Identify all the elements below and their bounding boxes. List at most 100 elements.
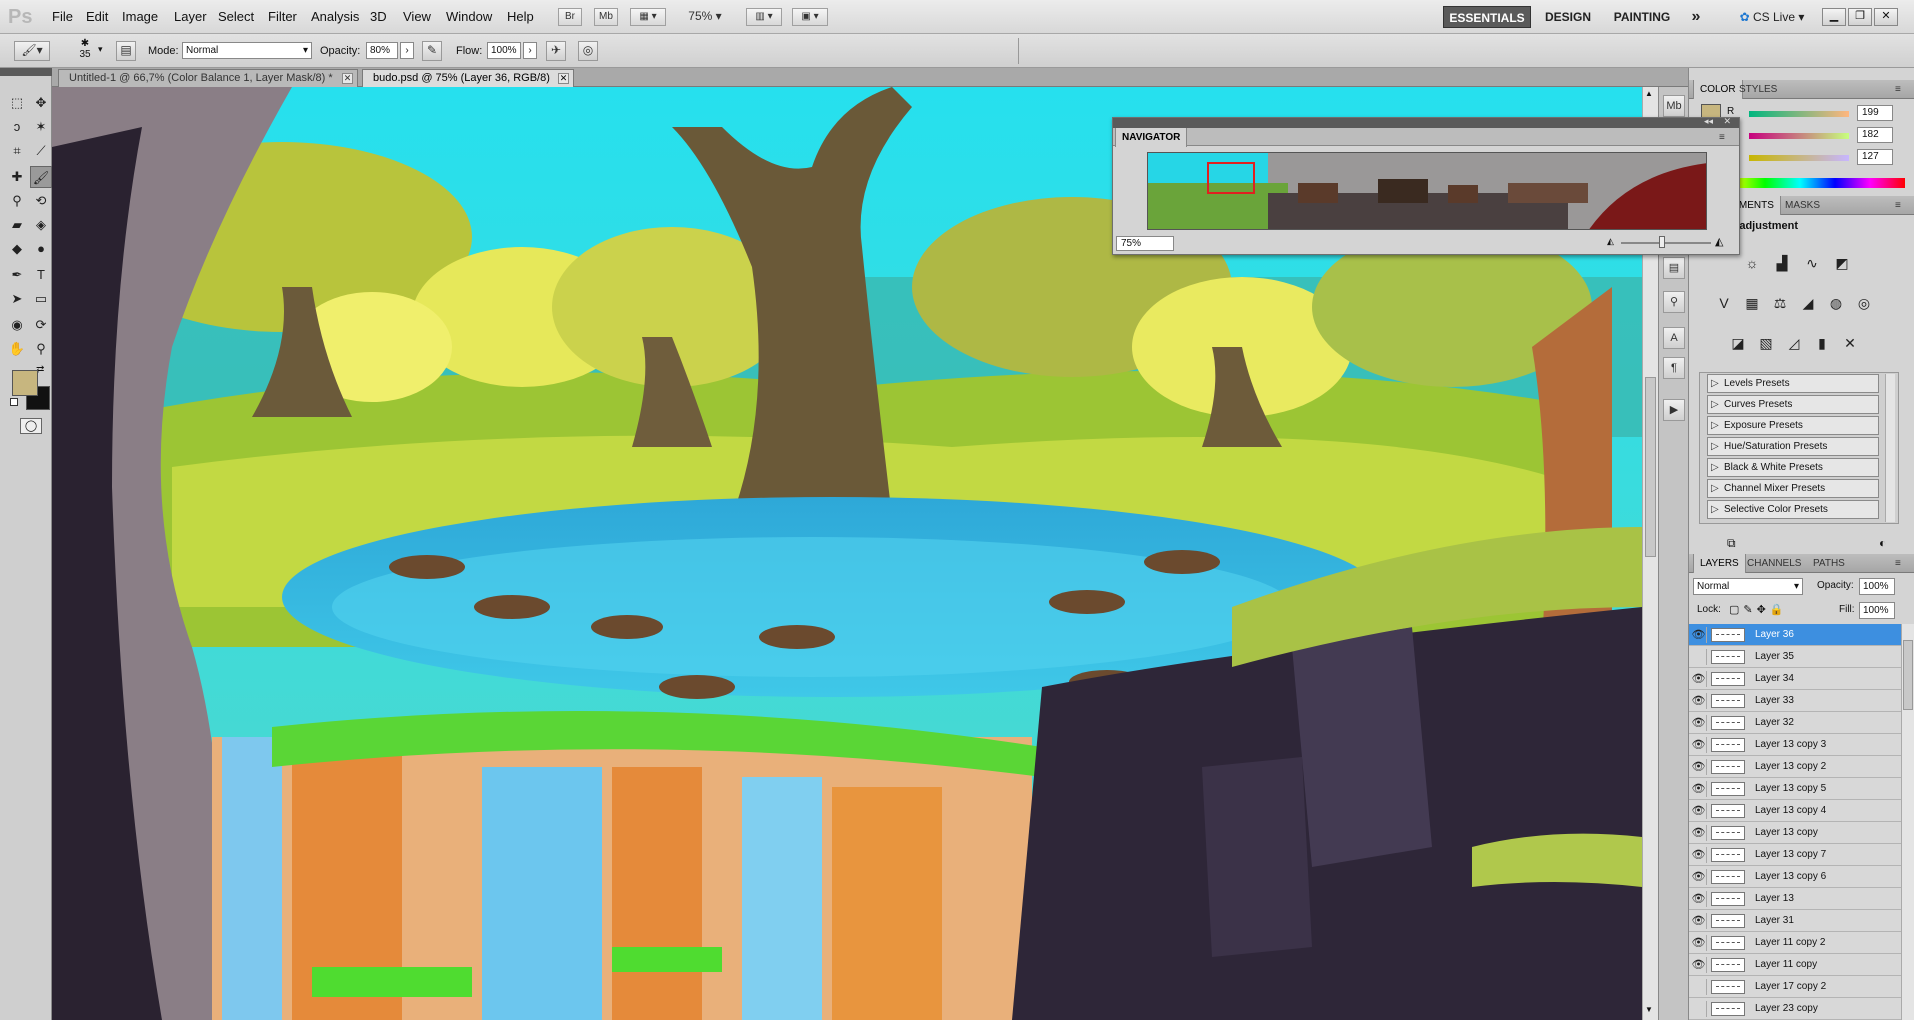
photo-filter-icon[interactable]: ◍	[1825, 292, 1847, 314]
visibility-eye-icon[interactable]: 👁	[1691, 935, 1707, 951]
layer-thumbnail[interactable]	[1711, 980, 1745, 994]
layer-thumbnail[interactable]	[1711, 1002, 1745, 1016]
blur-tool-icon[interactable]: ◆	[6, 238, 28, 260]
brush-panel-toggle[interactable]: ▤	[116, 41, 136, 61]
curves-icon[interactable]: ∿	[1801, 252, 1823, 274]
threshold-icon[interactable]: ◿	[1783, 332, 1805, 354]
3d-rotate-tool-icon[interactable]: ◉	[6, 314, 28, 336]
layer-thumbnail[interactable]	[1711, 848, 1745, 862]
layers-scrollbar[interactable]	[1901, 624, 1914, 1020]
tab-styles[interactable]: STYLES	[1733, 80, 1783, 99]
blue-slider[interactable]	[1749, 155, 1849, 161]
menu-analysis[interactable]: Analysis	[311, 9, 359, 24]
hue-saturation-icon[interactable]: ▦	[1741, 292, 1763, 314]
paint-bucket-tool-icon[interactable]: ◈	[30, 214, 52, 236]
3d-orbit-tool-icon[interactable]: ⟳	[30, 314, 52, 336]
green-slider[interactable]	[1749, 133, 1849, 139]
layer-thumbnail[interactable]	[1711, 716, 1745, 730]
panel-menu-icon[interactable]: ≡	[1889, 196, 1907, 215]
visibility-eye-icon[interactable]: 👁	[1691, 737, 1707, 753]
menu-edit[interactable]: Edit	[86, 9, 108, 24]
layer-row[interactable]: 👁 Layer 11 copy 2	[1689, 932, 1901, 954]
layer-thumbnail[interactable]	[1711, 628, 1745, 642]
path-selection-tool-icon[interactable]: ➤	[6, 288, 28, 310]
layer-thumbnail[interactable]	[1711, 782, 1745, 796]
fill-input[interactable]: 100%	[1859, 602, 1895, 619]
marquee-tool-icon[interactable]: ⬚	[6, 92, 28, 114]
visibility-eye-icon[interactable]	[1691, 979, 1707, 995]
layer-row[interactable]: Layer 23 copy	[1689, 998, 1901, 1020]
preset-channel-mixer[interactable]: Channel Mixer Presets	[1707, 479, 1879, 498]
visibility-eye-icon[interactable]: 👁	[1691, 869, 1707, 885]
quick-mask-icon[interactable]: ◯	[20, 418, 42, 434]
eraser-tool-icon[interactable]: ▰	[6, 214, 28, 236]
exposure-icon[interactable]: ◩	[1831, 252, 1853, 274]
lock-all-icon[interactable]: 🔒	[1770, 604, 1788, 616]
levels-icon[interactable]: ▟	[1771, 252, 1793, 274]
default-colors-icon[interactable]	[10, 398, 18, 406]
magic-wand-tool-icon[interactable]: ✶	[30, 116, 52, 138]
invert-icon[interactable]: ◪	[1727, 332, 1749, 354]
visibility-eye-icon[interactable]: 👁	[1691, 913, 1707, 929]
selective-color-icon[interactable]: ✕	[1839, 332, 1861, 354]
layer-row[interactable]: Layer 35	[1689, 646, 1901, 668]
layer-row[interactable]: 👁 Layer 13 copy 3	[1689, 734, 1901, 756]
flow-input[interactable]: 100%	[487, 42, 521, 59]
panel-menu-icon[interactable]: ≡	[1713, 128, 1731, 147]
actions-panel-icon[interactable]: ▶	[1663, 399, 1685, 421]
minimize-button[interactable]: ▁	[1822, 8, 1846, 26]
tab-navigator[interactable]: NAVIGATOR	[1115, 128, 1188, 147]
close-panel-icon[interactable]: ✕	[1723, 116, 1731, 127]
layer-thumbnail[interactable]	[1711, 892, 1745, 906]
preset-exposure[interactable]: Exposure Presets	[1707, 416, 1879, 435]
black-white-icon[interactable]: ◢	[1797, 292, 1819, 314]
visibility-eye-icon[interactable]: 👁	[1691, 715, 1707, 731]
scroll-up-arrow-icon[interactable]: ▲	[1645, 89, 1653, 98]
preset-hue-saturation[interactable]: Hue/Saturation Presets	[1707, 437, 1879, 456]
layer-row[interactable]: 👁 Layer 31	[1689, 910, 1901, 932]
hand-tool-icon[interactable]: ✋	[6, 338, 28, 360]
layers-scrollbar-thumb[interactable]	[1903, 640, 1913, 710]
dodge-tool-icon[interactable]: ●	[30, 238, 52, 260]
visibility-eye-icon[interactable]: 👁	[1691, 627, 1707, 643]
character-panel-icon[interactable]: A	[1663, 327, 1685, 349]
zoom-in-icon[interactable]: ◭	[1715, 235, 1723, 248]
visibility-eye-icon[interactable]: 👁	[1691, 891, 1707, 907]
pen-tool-icon[interactable]: ✒	[6, 264, 28, 286]
preset-levels[interactable]: Levels Presets	[1707, 374, 1879, 393]
menu-view[interactable]: View	[403, 9, 431, 24]
layer-row[interactable]: 👁 Layer 13	[1689, 888, 1901, 910]
tab-untitled-1[interactable]: Untitled-1 @ 66,7% (Color Balance 1, Lay…	[58, 69, 358, 87]
tool-preset-picker[interactable]: 🖌▾	[14, 41, 50, 61]
clone-source-panel-icon[interactable]: ⚲	[1663, 291, 1685, 313]
minibridge-panel-icon[interactable]: Mb	[1663, 95, 1685, 117]
layer-thumbnail[interactable]	[1711, 760, 1745, 774]
launch-minibridge-button[interactable]: Mb	[594, 8, 618, 26]
brush-dropdown-arrow[interactable]: ▾	[98, 44, 103, 55]
posterize-icon[interactable]: ▧	[1755, 332, 1777, 354]
arrange-documents-button[interactable]: ▥ ▾	[746, 8, 782, 26]
tab-paths[interactable]: PATHS	[1807, 554, 1851, 573]
presets-scrollbar[interactable]	[1885, 374, 1895, 522]
layer-row[interactable]: 👁 Layer 13 copy 5	[1689, 778, 1901, 800]
blue-value-input[interactable]: 127	[1857, 149, 1893, 165]
navigator-thumbnail[interactable]	[1147, 152, 1707, 230]
vibrance-icon[interactable]: V	[1713, 292, 1735, 314]
lock-transparency-icon[interactable]: ▢	[1729, 604, 1743, 616]
cs-live-button[interactable]: ✿ CS Live ▾	[1732, 6, 1812, 28]
lock-pixels-icon[interactable]: ✎	[1743, 604, 1756, 616]
flow-slider-toggle[interactable]: ›	[523, 42, 537, 59]
brush-preset-picker[interactable]: ✱ 35	[76, 38, 94, 60]
tab-channels[interactable]: CHANNELS	[1741, 554, 1807, 573]
brightness-contrast-icon[interactable]: ☼	[1741, 252, 1763, 274]
visibility-eye-icon[interactable]: 👁	[1691, 781, 1707, 797]
clip-to-layer-icon[interactable]: ◐	[1879, 536, 1886, 550]
paragraph-panel-icon[interactable]: ¶	[1663, 357, 1685, 379]
preset-curves[interactable]: Curves Presets	[1707, 395, 1879, 414]
zoom-level-dropdown[interactable]: 75% ▾	[680, 8, 730, 26]
preset-black-white[interactable]: Black & White Presets	[1707, 458, 1879, 477]
green-value-input[interactable]: 182	[1857, 127, 1893, 143]
pressure-size-toggle[interactable]: ◎	[578, 41, 598, 61]
layer-thumbnail[interactable]	[1711, 958, 1745, 972]
pressure-opacity-toggle[interactable]: ✎	[422, 41, 442, 61]
